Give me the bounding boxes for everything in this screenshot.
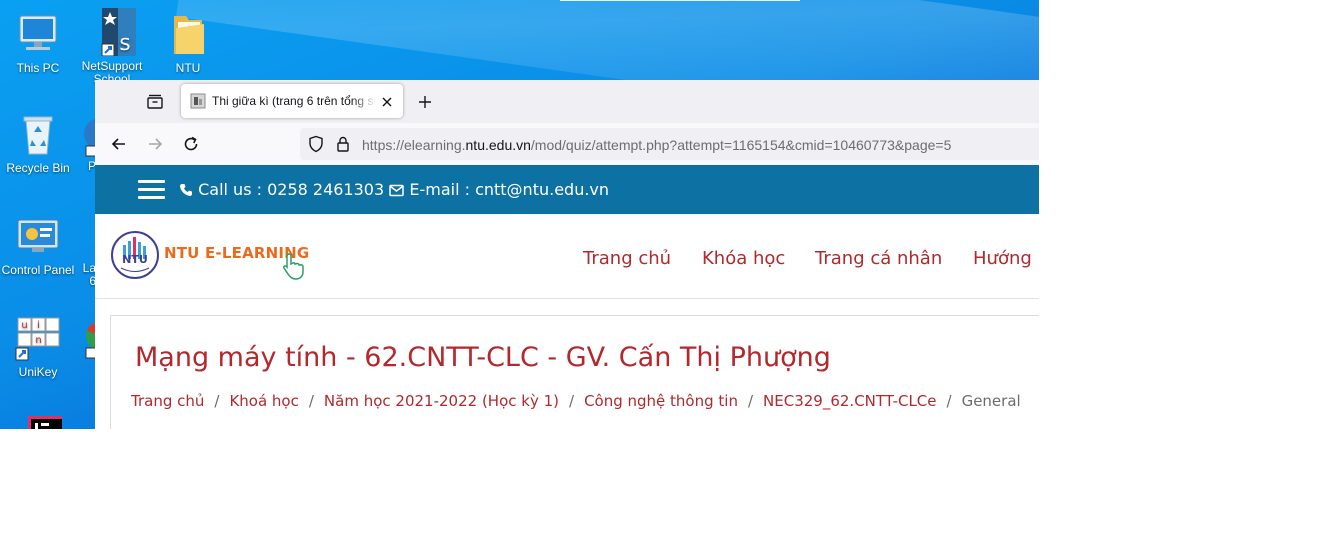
desktop-icon-label: This PC	[16, 61, 60, 75]
desktop-icon-chrome-partial[interactable]	[74, 314, 96, 362]
desktop-icon-intellij[interactable]	[0, 414, 76, 429]
course-header-card: Mạng máy tính - 62.CNTT-CLC - GV. Cấn Th…	[110, 315, 1039, 429]
browser-tab-active[interactable]: Thi giữa kì (trang 6 trên tổng số	[181, 84, 403, 118]
desktop-icon-label: P	[87, 160, 96, 173]
site-header: NTU NTU E-LEARNING Trang chủ Khóa học Tr…	[95, 214, 1039, 299]
forward-arrow-icon[interactable]	[144, 133, 166, 155]
desktop-icon-label: La	[82, 262, 96, 275]
desktop-icon-ntu-folder[interactable]: NTU	[150, 10, 226, 75]
tab-overview-icon[interactable]	[145, 92, 167, 114]
breadcrumb-item[interactable]: Năm học 2021-2022 (Học kỳ 1)	[324, 392, 559, 410]
envelope-icon	[389, 182, 404, 201]
new-tab-icon[interactable]	[415, 92, 437, 114]
breadcrumb: Trang chủ / Khoá học / Năm học 2021-2022 (Họ…	[131, 392, 1021, 410]
favicon-icon	[190, 93, 206, 109]
desktop-icon-label: UniKey	[18, 365, 58, 379]
svg-text:n: n	[35, 335, 41, 346]
back-arrow-icon[interactable]	[108, 133, 130, 155]
nav-guide[interactable]: Hướng	[973, 248, 1032, 269]
wallpaper-line	[560, 0, 800, 1]
nav-courses[interactable]: Khóa học	[702, 248, 785, 269]
navigation-toolbar: https://elearning.ntu.edu.vn/mod/quiz/at…	[95, 123, 1039, 166]
breadcrumb-separator: /	[308, 392, 314, 410]
breadcrumb-item-current[interactable]: General	[962, 392, 1021, 410]
desktop-icon-control-panel[interactable]: Control Panel	[0, 212, 76, 277]
netsupport-school-icon: s	[88, 8, 150, 57]
chrome-icon	[74, 314, 96, 362]
intellij-icon	[14, 414, 72, 429]
phone-icon	[179, 182, 193, 201]
lock-icon[interactable]	[333, 134, 353, 154]
breadcrumb-separator: /	[569, 392, 575, 410]
site-topbar: Call us : 0258 2461303 E-mail : cntt@ntu…	[95, 165, 1039, 214]
hamburger-menu-icon[interactable]	[138, 180, 165, 200]
tab-bar: Thi giữa kì (trang 6 trên tổng số	[95, 80, 1039, 123]
unikey-icon: u i n	[14, 314, 62, 362]
nav-profile[interactable]: Trang cá nhân	[815, 248, 942, 269]
app-icon	[74, 112, 96, 160]
desktop-icon-unikey[interactable]: u i n UniKey	[0, 314, 76, 379]
recycle-bin-icon	[14, 110, 62, 158]
shield-icon[interactable]	[306, 134, 326, 154]
breadcrumb-separator: /	[946, 392, 952, 410]
email-link[interactable]: E-mail : cntt@ntu.edu.vn	[409, 180, 609, 199]
svg-text:i: i	[37, 320, 40, 331]
course-title: Mạng máy tính - 62.CNTT-CLC - GV. Cấn Th…	[135, 342, 831, 373]
svg-text:s: s	[119, 31, 130, 56]
breadcrumb-item[interactable]: Trang chủ	[131, 392, 204, 410]
ntu-logo[interactable]: NTU	[111, 231, 159, 279]
breadcrumb-separator: /	[214, 392, 220, 410]
breadcrumb-item[interactable]: Khoá học	[229, 392, 298, 410]
svg-text:u: u	[21, 320, 27, 331]
pointer-hand-icon	[281, 251, 311, 281]
desktop-icon-label: 6	[89, 275, 96, 288]
desktop-icon-recycle-bin[interactable]: Recycle Bin	[0, 110, 76, 175]
monitor-icon	[14, 10, 62, 58]
breadcrumb-item[interactable]: NEC329_62.CNTT-CLCe	[763, 392, 936, 410]
tab-title: Thi giữa kì (trang 6 trên tổng số	[212, 94, 376, 108]
desktop-icon-this-pc[interactable]: This PC	[0, 10, 76, 75]
close-icon[interactable]	[380, 94, 394, 108]
desktop-icon-partial-p[interactable]: P	[74, 112, 96, 173]
desktop-icon-label: Control Panel	[1, 263, 75, 277]
desktop-icon-label: Recycle Bin	[6, 161, 70, 175]
control-panel-icon	[14, 212, 62, 260]
desktop-icon-label: NTU	[175, 61, 201, 75]
phone-text: Call us : 0258 2461303	[198, 180, 385, 199]
desktop-icon-netsupport[interactable]: s NetSupport School	[74, 8, 150, 86]
breadcrumb-item[interactable]: Công nghệ thông tin	[584, 392, 738, 410]
url-text: https://elearning.ntu.edu.vn/mod/quiz/at…	[362, 137, 952, 153]
breadcrumb-separator: /	[747, 392, 754, 410]
desktop-screen: This PC Recycle Bin Control Panel u i n …	[0, 0, 1039, 429]
contact-info: Call us : 0258 2461303 E-mail : cntt@ntu…	[179, 180, 609, 201]
reload-icon[interactable]	[180, 133, 202, 155]
url-bar[interactable]: https://elearning.ntu.edu.vn/mod/quiz/at…	[300, 128, 1039, 160]
nav-home[interactable]: Trang chủ	[583, 248, 671, 269]
desktop-icon-partial-la[interactable]: La 6	[74, 262, 96, 288]
logo-badge-text: NTU	[122, 253, 148, 266]
browser-window: Thi giữa kì (trang 6 trên tổng số https:…	[95, 80, 1039, 429]
folder-icon	[164, 10, 212, 58]
